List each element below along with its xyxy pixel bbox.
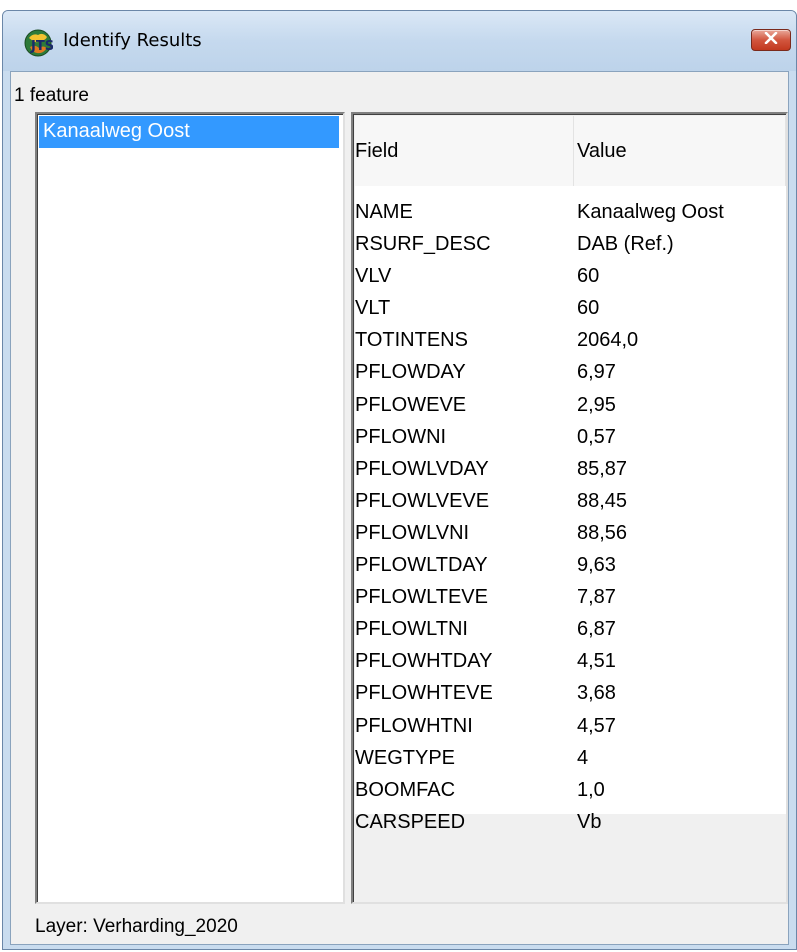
value-cell: 88,56 <box>577 521 628 544</box>
column-divider[interactable] <box>573 116 574 186</box>
table-row[interactable]: NAME Kanaalweg Oost <box>355 196 786 228</box>
field-cell: VLV <box>355 265 392 288</box>
feature-count-label: 1 feature <box>14 85 89 106</box>
table-row[interactable]: PFLOWLTNI 6,87 <box>355 613 786 645</box>
table-row[interactable]: PFLOWDAY 6,97 <box>355 356 786 388</box>
value-cell: DAB (Ref.) <box>577 233 674 256</box>
table-row[interactable]: PFLOWLVDAY 85,87 <box>355 453 786 485</box>
value-cell: 2,95 <box>577 393 616 416</box>
close-icon <box>764 31 778 49</box>
field-cell: PFLOWEVE <box>355 393 467 416</box>
field-cell: PFLOWLVNI <box>355 521 470 544</box>
field-cell: PFLOWLTDAY <box>355 554 488 577</box>
table-row[interactable]: TOTINTENS 2064,0 <box>355 324 786 356</box>
window-title: Identify Results <box>63 30 202 51</box>
value-cell: 4,57 <box>577 714 616 737</box>
feature-list[interactable]: Kanaalweg Oost <box>35 112 345 904</box>
field-cell: PFLOWHTEVE <box>355 682 493 705</box>
value-cell: 9,63 <box>577 554 616 577</box>
table-row[interactable]: PFLOWLVNI 88,56 <box>355 517 786 549</box>
field-cell: VLT <box>355 297 391 320</box>
field-cell: PFLOWHTDAY <box>355 650 493 673</box>
value-cell: 3,68 <box>577 682 616 705</box>
field-cell: PFLOWLTNI <box>355 618 468 641</box>
field-cell: PFLOWLVEVE <box>355 489 490 512</box>
table-row[interactable]: RSURF_DESC DAB (Ref.) <box>355 228 786 260</box>
field-cell: PFLOWDAY <box>355 361 466 384</box>
column-header-field[interactable]: Field <box>355 140 398 163</box>
table-row[interactable]: PFLOWLVEVE 88,45 <box>355 485 786 517</box>
table-row[interactable]: VLV 60 <box>355 260 786 292</box>
table-row[interactable]: BOOMFAC 1,0 <box>355 774 786 806</box>
value-cell: Vb <box>577 810 602 833</box>
field-cell: PFLOWLVDAY <box>355 457 489 480</box>
value-cell: 6,97 <box>577 361 616 384</box>
attribute-table: Field Value NAME Kanaalweg Oost RSURF_DESC… <box>355 116 786 833</box>
table-row[interactable]: PFLOWLTEVE 7,87 <box>355 581 786 613</box>
field-cell: PFLOWNI <box>355 425 447 448</box>
table-row[interactable]: PFLOWEVE 2,95 <box>355 389 786 421</box>
field-cell: TOTINTENS <box>355 329 468 352</box>
table-row[interactable]: CARSPEED Vb <box>355 806 786 838</box>
table-row[interactable]: PFLOWLTDAY 9,63 <box>355 549 786 581</box>
value-cell: Kanaalweg Oost <box>577 201 724 223</box>
table-header: Field Value <box>355 116 786 186</box>
background-window-strip <box>0 0 797 10</box>
table-rows: NAME Kanaalweg Oost RSURF_DESC DAB (Ref.) VL… <box>355 196 786 838</box>
value-cell: 2064,0 <box>577 329 639 352</box>
field-cell: PFLOWHTNI <box>355 714 473 737</box>
identify-results-window: JTS Identify Results 1 feature Kanaalweg… <box>2 10 797 950</box>
value-cell: 6,87 <box>577 618 616 641</box>
field-cell: BOOMFAC <box>355 778 456 801</box>
jts-app-icon: JTS <box>23 28 54 58</box>
value-cell: 88,45 <box>577 489 628 512</box>
value-cell: 60 <box>577 297 600 320</box>
table-row[interactable]: PFLOWNI 0,57 <box>355 421 786 453</box>
value-cell: 4,51 <box>577 650 616 673</box>
field-cell: PFLOWLTEVE <box>355 586 488 609</box>
value-cell: 7,87 <box>577 586 616 609</box>
table-row[interactable]: PFLOWHTDAY 4,51 <box>355 645 786 677</box>
field-cell: CARSPEED <box>355 810 466 833</box>
column-divider[interactable] <box>785 116 786 186</box>
layer-label: Layer: Verharding_2020 <box>35 916 238 937</box>
value-cell: 0,57 <box>577 425 616 448</box>
close-button[interactable] <box>751 29 791 51</box>
attribute-table-panel: Field Value NAME Kanaalweg Oost RSURF_DESC… <box>351 112 788 904</box>
field-cell: RSURF_DESC <box>355 233 491 256</box>
table-row[interactable]: VLT 60 <box>355 292 786 324</box>
table-row[interactable]: PFLOWHTEVE 3,68 <box>355 677 786 709</box>
table-row[interactable]: PFLOWHTNI 4,57 <box>355 710 786 742</box>
dialog-body: 1 feature Kanaalweg Oost Field Value NAM… <box>10 71 789 945</box>
field-cell: NAME <box>355 201 413 223</box>
value-cell: 1,0 <box>577 778 605 801</box>
value-cell: 60 <box>577 265 600 288</box>
column-header-value[interactable]: Value <box>577 140 627 163</box>
field-cell: WEGTYPE <box>355 746 456 769</box>
title-bar[interactable]: JTS Identify Results <box>3 11 796 71</box>
value-cell: 4 <box>577 746 589 769</box>
table-row[interactable]: WEGTYPE 4 <box>355 742 786 774</box>
value-cell: 85,87 <box>577 457 628 480</box>
feature-list-item[interactable]: Kanaalweg Oost <box>39 116 339 148</box>
svg-text:JTS: JTS <box>30 39 53 54</box>
